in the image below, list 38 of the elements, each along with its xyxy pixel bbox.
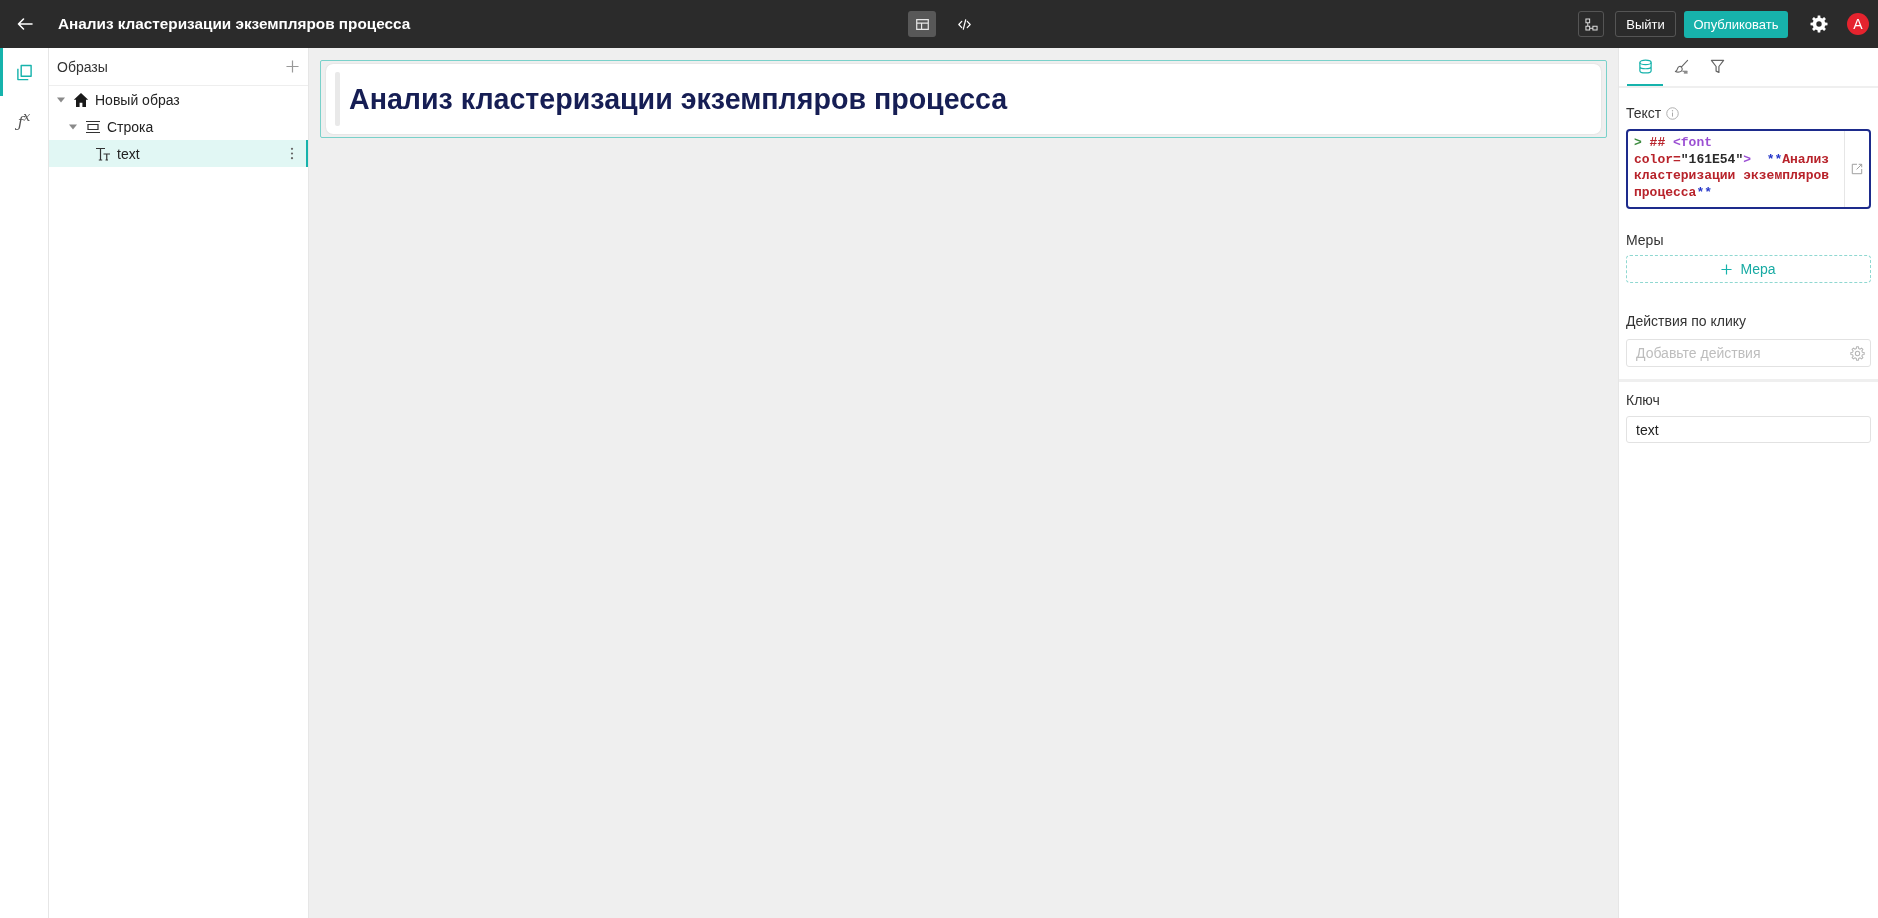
- document-title: Анализ кластеризации экземпляров процесса: [58, 15, 411, 33]
- gear-icon[interactable]: [1850, 345, 1865, 361]
- view-mode-toggle[interactable]: [908, 11, 936, 37]
- tree-item[interactable]: Новый образ: [49, 86, 308, 113]
- widget-selection-frame[interactable]: Анализ кластеризации экземпляров процесса: [320, 60, 1607, 138]
- plus-icon[interactable]: [286, 60, 299, 73]
- markdown-editor[interactable]: > ## <font color="161E54"> **Анализ кластеризации экземпляров процесса**: [1626, 129, 1871, 209]
- widget-heading: Анализ кластеризации экземпляров процесса: [349, 82, 1008, 116]
- settings-icon[interactable]: [1810, 15, 1828, 33]
- user-avatar[interactable]: A: [1847, 13, 1869, 35]
- sidebar-tab[interactable]: ƒ$^{x}$: [0, 96, 48, 144]
- key-field[interactable]: text: [1626, 416, 1871, 443]
- info-icon: [1666, 106, 1680, 120]
- more-icon[interactable]: [290, 147, 294, 160]
- actions-field[interactable]: Добавьте действия: [1626, 339, 1871, 367]
- field-label: Меры: [1626, 232, 1664, 248]
- code-icon: [957, 18, 971, 30]
- field-label: Действия по клику: [1626, 313, 1747, 329]
- pages-icon: [15, 63, 33, 81]
- home-icon: [73, 91, 89, 108]
- layout-icon: [915, 18, 929, 30]
- brush-icon: [1673, 58, 1689, 74]
- logout-button[interactable]: Выйти: [1615, 11, 1676, 37]
- nodes-icon: [1584, 17, 1598, 31]
- external-link-icon[interactable]: [1851, 163, 1863, 175]
- structure-button[interactable]: [1578, 11, 1604, 37]
- field-label: Текст: [1626, 105, 1662, 121]
- plus-icon: [1721, 263, 1733, 275]
- database-icon: [1637, 58, 1653, 74]
- markdown-code: > ## <font color="161E54"> **Анализ кластеризации экземпляров процесса**: [1634, 135, 1831, 202]
- row-layout-icon: [85, 118, 101, 135]
- field-label: Ключ: [1626, 392, 1660, 408]
- text-type-icon: [95, 145, 111, 162]
- funnel-icon: [1709, 58, 1725, 74]
- panel-title: Образы: [57, 58, 108, 75]
- back-arrow-icon[interactable]: [17, 16, 33, 32]
- tree-item[interactable]: text: [49, 140, 308, 167]
- tree-item[interactable]: Строка: [49, 113, 308, 140]
